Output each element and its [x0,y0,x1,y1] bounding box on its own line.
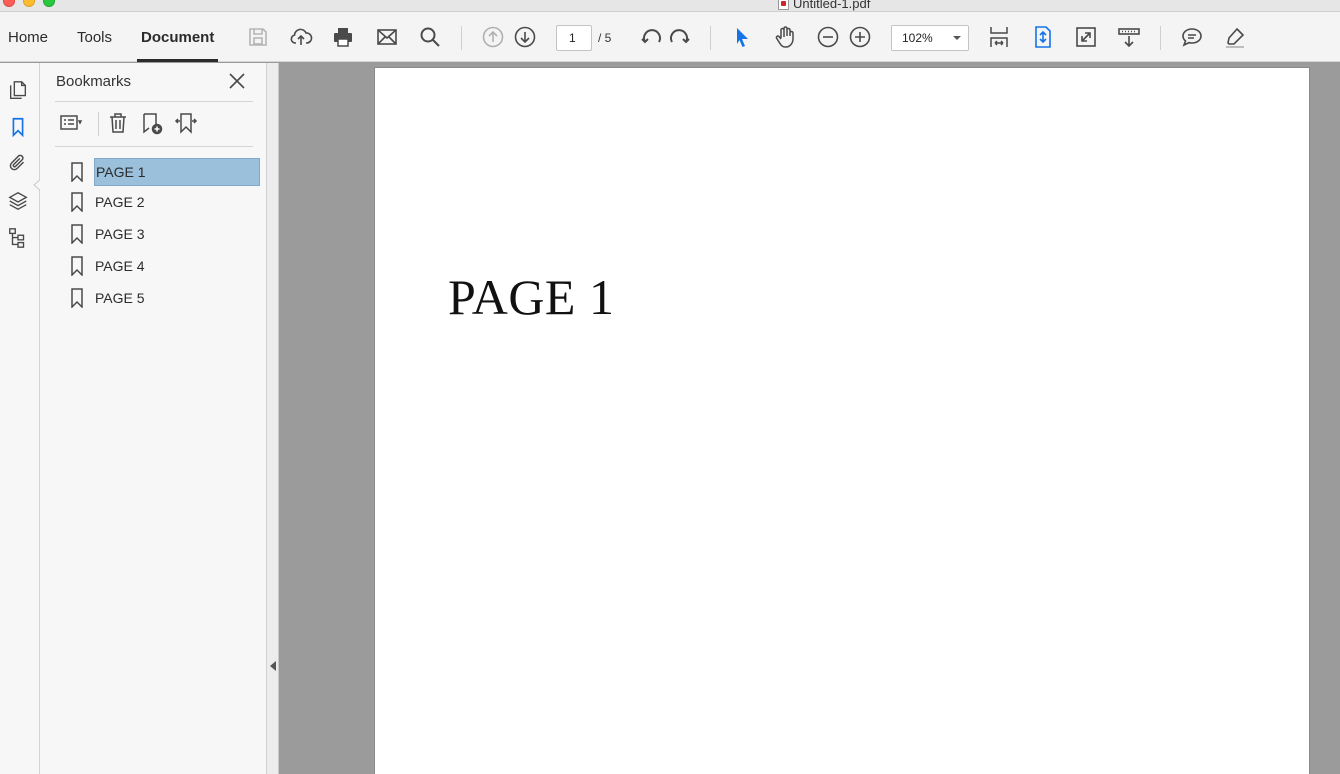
scroll-mode-icon[interactable] [1116,24,1142,50]
bookmark-item[interactable]: PAGE 2 [66,188,260,216]
page-number-input[interactable]: 1 [556,25,592,51]
fit-page-icon[interactable] [1030,24,1056,50]
zoom-select[interactable]: 102% [891,25,969,51]
fullscreen-icon[interactable] [1073,24,1099,50]
close-icon[interactable] [227,71,247,91]
document-viewport[interactable]: PAGE 1 [280,63,1340,774]
print-icon[interactable] [330,24,356,50]
tab-home[interactable]: Home [8,12,48,62]
fit-width-icon[interactable] [986,24,1012,50]
tab-tools[interactable]: Tools [77,12,112,62]
zoom-in-icon[interactable] [847,24,873,50]
comment-icon[interactable] [1179,24,1205,50]
new-bookmark-icon[interactable] [138,110,166,136]
minimize-window-button[interactable] [23,0,35,7]
bookmark-label: PAGE 5 [95,290,145,306]
bookmark-label: PAGE 1 [94,158,260,186]
navigation-rail [0,63,42,774]
select-arrow-icon[interactable] [729,24,755,50]
options-icon[interactable] [57,110,85,136]
panel-title: Bookmarks [56,73,132,90]
bookmark-icon [71,256,83,276]
structure-icon[interactable] [6,226,30,250]
zoom-value: 102% [902,31,933,45]
search-icon[interactable] [417,24,443,50]
save-icon[interactable] [245,24,271,50]
close-window-button[interactable] [3,0,15,7]
collapse-arrow-icon[interactable] [270,661,276,671]
bookmark-icon [71,162,83,182]
chevron-down-icon [953,36,961,40]
expand-bookmark-icon[interactable] [172,110,200,136]
next-page-icon[interactable] [512,24,538,50]
window-title-text: Untitled-1.pdf [793,0,871,11]
page-heading: PAGE 1 [448,269,615,325]
divider [55,101,253,102]
mail-icon[interactable] [374,24,400,50]
toolbar-separator [461,26,462,50]
toolbar-separator [710,26,711,50]
pdf-file-icon [778,0,789,10]
layers-icon[interactable] [6,189,30,213]
divider [55,146,253,147]
upload-icon[interactable] [288,24,314,50]
bookmark-item[interactable]: PAGE 3 [66,220,260,248]
bookmark-item[interactable]: PAGE 4 [66,252,260,280]
rotate-cw-icon[interactable] [666,24,692,50]
toolbar-separator [98,112,99,136]
pdf-page: PAGE 1 [374,67,1310,774]
bookmark-icon [71,224,83,244]
panel-splitter[interactable] [267,63,279,774]
toolbar-separator [1160,26,1161,50]
bookmarks-icon[interactable] [6,115,30,139]
bookmark-item[interactable]: PAGE 1 [66,158,260,186]
maximize-window-button[interactable] [43,0,55,7]
rotate-ccw-icon[interactable] [639,24,665,50]
bookmark-icon [71,288,83,308]
pages-icon[interactable] [6,78,30,102]
tab-document[interactable]: Document [136,12,219,62]
bookmark-icon [71,192,83,212]
bookmark-item[interactable]: PAGE 5 [66,284,260,312]
attachments-icon[interactable] [6,151,30,175]
main-toolbar: Home Tools Document 1 / 5 102% [0,12,1340,62]
bookmark-label: PAGE 2 [95,194,145,210]
bookmark-label: PAGE 4 [95,258,145,274]
bookmark-label: PAGE 3 [95,226,145,242]
delete-icon[interactable] [104,110,132,136]
hand-icon[interactable] [772,24,798,50]
title-bar: Untitled-1.pdf [0,0,1340,12]
highlight-icon[interactable] [1222,24,1248,50]
page-total-label: / 5 [598,31,612,45]
prev-page-icon[interactable] [480,24,506,50]
zoom-out-icon[interactable] [815,24,841,50]
window-title: Untitled-1.pdf [778,0,870,11]
bookmarks-panel: Bookmarks PAGE 1 PAGE 2 PAGE 3 PAGE 4 PA… [40,63,267,774]
